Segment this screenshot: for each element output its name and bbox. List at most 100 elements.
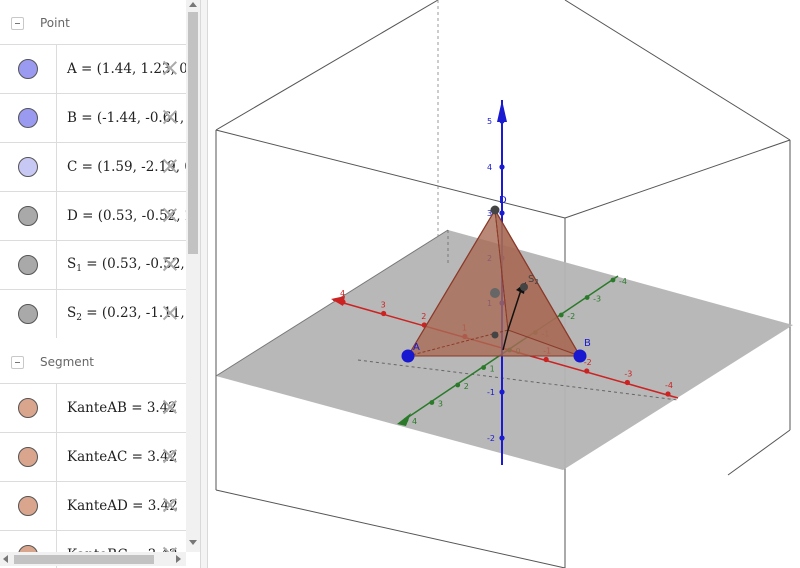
item-name: S bbox=[67, 305, 77, 321]
algebra-view: Point A = (1.44, 1.23, 0) B = (-1.44, -0.6… bbox=[0, 0, 200, 568]
scrollbar-thumb[interactable] bbox=[188, 12, 198, 254]
visibility-toggle[interactable] bbox=[0, 482, 57, 530]
point-c[interactable] bbox=[491, 331, 499, 339]
item-name: KanteAD bbox=[67, 498, 128, 514]
x-tick-label: 2 bbox=[421, 312, 426, 321]
y-tick-label: 3 bbox=[438, 400, 443, 409]
algebra-horizontal-scrollbar[interactable] bbox=[0, 552, 186, 566]
marble-icon[interactable] bbox=[18, 59, 38, 79]
box-edge-front-bottom bbox=[215, 489, 566, 568]
z-tick-label: 4 bbox=[487, 163, 492, 172]
y-axis-tick bbox=[584, 295, 590, 300]
z-tick-label: -2 bbox=[487, 434, 495, 443]
delete-icon[interactable] bbox=[162, 60, 178, 76]
box-edge-front-top bbox=[215, 129, 566, 219]
box-edge-back-left bbox=[215, 0, 439, 131]
item-name: KanteAB bbox=[67, 400, 127, 416]
algebra-vertical-scrollbar[interactable] bbox=[186, 0, 200, 552]
marble-icon[interactable] bbox=[18, 304, 38, 324]
item-name: D bbox=[67, 208, 78, 224]
algebra-item-kanteac[interactable]: KanteAC = 3.42 bbox=[0, 432, 186, 481]
visibility-toggle[interactable] bbox=[0, 94, 57, 142]
scrollbar-thumb[interactable] bbox=[14, 555, 154, 564]
3d-scene[interactable]: 4321-1-2-3-4-4-3-2-10123454321-1-2DBAS2 bbox=[208, 0, 800, 568]
point-b[interactable] bbox=[573, 349, 587, 363]
y-tick-label: 1 bbox=[490, 365, 495, 374]
marble-icon[interactable] bbox=[18, 157, 38, 177]
marble-icon[interactable] bbox=[18, 255, 38, 275]
group-header-point[interactable]: Point bbox=[0, 0, 186, 46]
visibility-toggle[interactable] bbox=[0, 143, 57, 191]
scroll-down-arrow-icon[interactable] bbox=[189, 540, 197, 545]
y-axis-tick bbox=[403, 417, 409, 423]
visibility-toggle[interactable] bbox=[0, 192, 57, 240]
x-axis-tick bbox=[624, 379, 630, 386]
algebra-item-kanteab[interactable]: KanteAB = 3.42 bbox=[0, 383, 186, 432]
x-tick-label: -3 bbox=[624, 370, 632, 379]
point-s1[interactable] bbox=[490, 288, 500, 298]
label-d: D bbox=[499, 195, 507, 206]
label-b: B bbox=[584, 338, 591, 349]
y-axis-tick bbox=[558, 312, 564, 318]
marble-icon[interactable] bbox=[18, 206, 38, 226]
y-tick-label: -2 bbox=[567, 312, 575, 321]
z-tick-label: 5 bbox=[487, 117, 492, 126]
algebra-item-c[interactable]: C = (1.59, -2.19, 0) bbox=[0, 142, 186, 191]
y-tick-label: -4 bbox=[619, 277, 627, 286]
x-tick-label: 3 bbox=[381, 301, 386, 310]
group-title: Segment bbox=[40, 355, 94, 369]
z-axis-tick bbox=[499, 435, 505, 441]
delete-icon[interactable] bbox=[162, 497, 178, 513]
z-axis-tick bbox=[499, 389, 505, 395]
group-title: Point bbox=[40, 16, 70, 30]
algebra-item-kantead[interactable]: KanteAD = 3.42 bbox=[0, 481, 186, 530]
delete-icon[interactable] bbox=[162, 448, 178, 464]
scroll-right-arrow-icon[interactable] bbox=[176, 555, 181, 563]
view-splitter[interactable] bbox=[200, 0, 208, 568]
collapse-icon[interactable] bbox=[11, 16, 24, 30]
visibility-toggle[interactable] bbox=[0, 384, 57, 432]
x-axis-tick bbox=[665, 391, 671, 397]
x-axis-tick bbox=[584, 368, 590, 374]
delete-icon[interactable] bbox=[162, 305, 178, 321]
delete-icon[interactable] bbox=[162, 256, 178, 272]
box-edge-right-bottom bbox=[727, 429, 791, 476]
delete-icon[interactable] bbox=[162, 109, 178, 125]
z-tick-label: -1 bbox=[487, 388, 495, 397]
scroll-left-arrow-icon[interactable] bbox=[3, 555, 8, 563]
z-axis-tick bbox=[499, 210, 505, 216]
marble-icon[interactable] bbox=[18, 496, 38, 516]
z-axis-tick bbox=[499, 164, 505, 170]
x-axis-tick bbox=[340, 299, 346, 305]
item-name: KanteAC bbox=[67, 449, 128, 465]
algebra-item-b[interactable]: B = (-1.44, -0.61, 0) bbox=[0, 93, 186, 142]
marble-icon[interactable] bbox=[18, 398, 38, 418]
scroll-up-arrow-icon[interactable] bbox=[189, 2, 197, 7]
y-tick-label: 4 bbox=[412, 417, 417, 426]
visibility-toggle[interactable] bbox=[0, 290, 57, 338]
delete-icon[interactable] bbox=[162, 158, 178, 174]
x-tick-label: 4 bbox=[340, 289, 345, 298]
visibility-toggle[interactable] bbox=[0, 433, 57, 481]
box-edge-back-right bbox=[564, 0, 791, 141]
collapse-icon[interactable] bbox=[11, 355, 24, 369]
visibility-toggle[interactable] bbox=[0, 241, 57, 289]
algebra-item-s2[interactable]: S2 = (0.23, -1.11, 0 bbox=[0, 289, 186, 338]
y-tick-label: -3 bbox=[593, 295, 601, 304]
algebra-item-a[interactable]: A = (1.44, 1.23, 0) bbox=[0, 44, 186, 93]
algebra-item-s1[interactable]: S1 = (0.53, -0.52, 0 bbox=[0, 240, 186, 289]
visibility-toggle[interactable] bbox=[0, 45, 57, 93]
algebra-item-d[interactable]: D = (0.53, -0.52, 2. bbox=[0, 191, 186, 240]
graphics-3d-view[interactable]: 4321-1-2-3-4-4-3-2-10123454321-1-2DBAS2 bbox=[208, 0, 800, 568]
marble-icon[interactable] bbox=[18, 108, 38, 128]
item-name: A bbox=[67, 61, 77, 77]
marble-icon[interactable] bbox=[18, 447, 38, 467]
delete-icon[interactable] bbox=[162, 399, 178, 415]
point-d[interactable] bbox=[490, 205, 500, 215]
group-header-segment[interactable]: Segment bbox=[0, 339, 186, 385]
point-s2[interactable] bbox=[520, 283, 528, 291]
y-axis-tick bbox=[455, 382, 461, 388]
x-axis-tick bbox=[543, 356, 549, 363]
y-tick-label: 2 bbox=[464, 382, 469, 391]
delete-icon[interactable] bbox=[162, 207, 178, 223]
